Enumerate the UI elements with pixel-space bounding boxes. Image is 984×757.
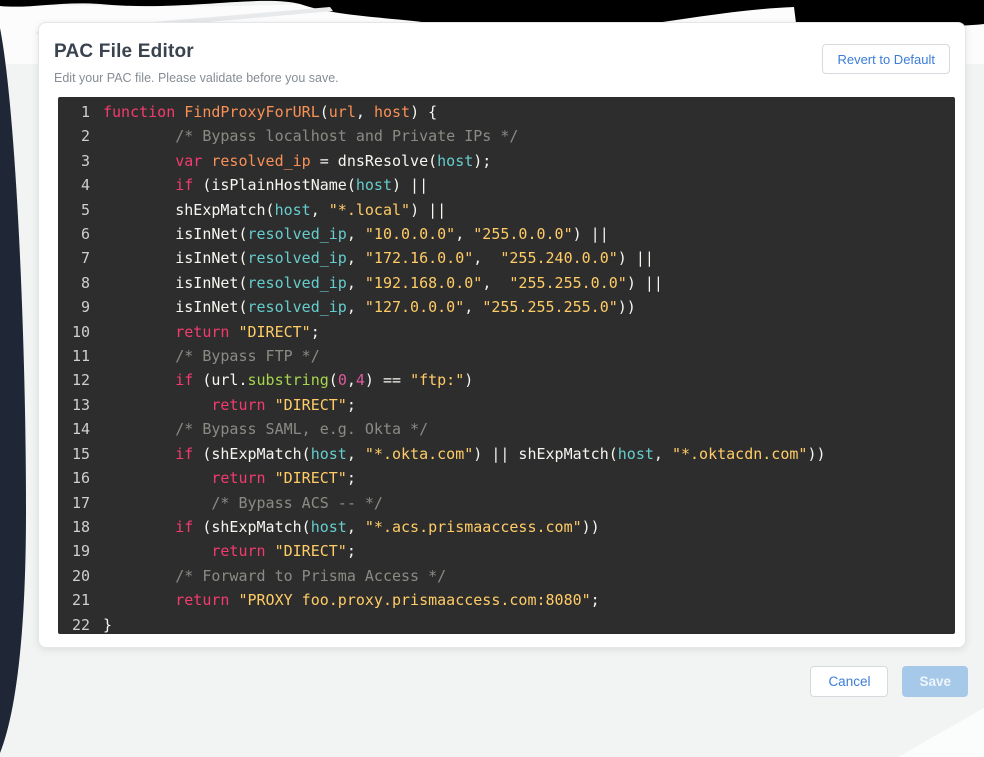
code-line-text: if (shExpMatch(host, "*.okta.com") || sh…	[103, 442, 826, 466]
code-line[interactable]: 20 /* Forward to Prisma Access */	[58, 564, 955, 588]
code-line-text: var resolved_ip = dnsResolve(host);	[103, 149, 491, 173]
code-line-text: /* Forward to Prisma Access */	[103, 564, 446, 588]
line-number: 8	[58, 271, 90, 295]
line-number: 22	[58, 613, 90, 634]
code-line[interactable]: 12 if (url.substring(0,4) == "ftp:")	[58, 368, 955, 392]
code-line[interactable]: 13 return "DIRECT";	[58, 393, 955, 417]
line-number: 10	[58, 320, 90, 344]
code-line[interactable]: 8 isInNet(resolved_ip, "192.168.0.0", "2…	[58, 271, 955, 295]
line-number: 7	[58, 246, 90, 270]
revert-to-default-button[interactable]: Revert to Default	[822, 44, 950, 74]
line-number: 9	[58, 295, 90, 319]
pac-file-editor-screen: PAC File Editor Edit your PAC file. Plea…	[0, 0, 984, 757]
code-line-text: isInNet(resolved_ip, "127.0.0.0", "255.2…	[103, 295, 636, 319]
line-number: 17	[58, 491, 90, 515]
footer-actions: Cancel Save	[810, 666, 968, 697]
code-line-text: return "DIRECT";	[103, 320, 320, 344]
code-line-text: if (url.substring(0,4) == "ftp:")	[103, 368, 473, 392]
code-line-text: isInNet(resolved_ip, "192.168.0.0", "255…	[103, 271, 663, 295]
code-line-text: if (isPlainHostName(host) ||	[103, 173, 428, 197]
code-line-text: }	[103, 613, 112, 634]
code-line-text: isInNet(resolved_ip, "10.0.0.0", "255.0.…	[103, 222, 609, 246]
code-line[interactable]: 6 isInNet(resolved_ip, "10.0.0.0", "255.…	[58, 222, 955, 246]
code-line[interactable]: 5 shExpMatch(host, "*.local") ||	[58, 198, 955, 222]
line-number: 13	[58, 393, 90, 417]
code-line[interactable]: 17 /* Bypass ACS -- */	[58, 491, 955, 515]
save-button[interactable]: Save	[902, 666, 968, 697]
page-subtitle: Edit your PAC file. Please validate befo…	[54, 71, 339, 85]
line-number: 2	[58, 124, 90, 148]
code-line-text: shExpMatch(host, "*.local") ||	[103, 198, 446, 222]
line-number: 3	[58, 149, 90, 173]
code-line[interactable]: 10 return "DIRECT";	[58, 320, 955, 344]
cancel-button[interactable]: Cancel	[810, 666, 888, 697]
code-line-text: return "DIRECT";	[103, 539, 356, 563]
code-line-text: return "DIRECT";	[103, 393, 356, 417]
code-line-text: return "DIRECT";	[103, 466, 356, 490]
line-number: 16	[58, 466, 90, 490]
code-line-text: /* Bypass localhost and Private IPs */	[103, 124, 518, 148]
code-editor[interactable]: 1 function FindProxyForURL(url, host) {2 …	[58, 97, 955, 634]
code-line[interactable]: 14 /* Bypass SAML, e.g. Okta */	[58, 417, 955, 441]
code-line[interactable]: 22}	[58, 613, 955, 634]
code-line-text: /* Bypass ACS -- */	[103, 491, 383, 515]
code-line-text: return "PROXY foo.proxy.prismaaccess.com…	[103, 588, 600, 612]
code-line[interactable]: 21 return "PROXY foo.proxy.prismaaccess.…	[58, 588, 955, 612]
code-line[interactable]: 11 /* Bypass FTP */	[58, 344, 955, 368]
line-number: 20	[58, 564, 90, 588]
bottom-right-sheet-corner	[898, 708, 984, 757]
code-line-text: /* Bypass FTP */	[103, 344, 320, 368]
pac-editor-card: PAC File Editor Edit your PAC file. Plea…	[38, 22, 966, 648]
code-line[interactable]: 3 var resolved_ip = dnsResolve(host);	[58, 149, 955, 173]
code-line[interactable]: 1 function FindProxyForURL(url, host) {	[58, 100, 955, 124]
line-number: 21	[58, 588, 90, 612]
line-number: 11	[58, 344, 90, 368]
code-line[interactable]: 18 if (shExpMatch(host, "*.acs.prismaacc…	[58, 515, 955, 539]
line-number: 15	[58, 442, 90, 466]
code-line[interactable]: 19 return "DIRECT";	[58, 539, 955, 563]
code-line[interactable]: 16 return "DIRECT";	[58, 466, 955, 490]
code-line[interactable]: 15 if (shExpMatch(host, "*.okta.com") ||…	[58, 442, 955, 466]
code-line[interactable]: 9 isInNet(resolved_ip, "127.0.0.0", "255…	[58, 295, 955, 319]
code-line-text: function FindProxyForURL(url, host) {	[103, 100, 437, 124]
line-number: 14	[58, 417, 90, 441]
line-number: 12	[58, 368, 90, 392]
line-number: 6	[58, 222, 90, 246]
code-line[interactable]: 2 /* Bypass localhost and Private IPs */	[58, 124, 955, 148]
page-title: PAC File Editor	[54, 41, 194, 63]
line-number: 1	[58, 100, 90, 124]
code-line-text: if (shExpMatch(host, "*.acs.prismaaccess…	[103, 515, 600, 539]
code-line[interactable]: 7 isInNet(resolved_ip, "172.16.0.0", "25…	[58, 246, 955, 270]
line-number: 4	[58, 173, 90, 197]
code-line-text: /* Bypass SAML, e.g. Okta */	[103, 417, 428, 441]
line-number: 5	[58, 198, 90, 222]
line-number: 18	[58, 515, 90, 539]
code-line[interactable]: 4 if (isPlainHostName(host) ||	[58, 173, 955, 197]
code-lines: 1 function FindProxyForURL(url, host) {2 …	[58, 100, 955, 634]
code-line-text: isInNet(resolved_ip, "172.16.0.0", "255.…	[103, 246, 654, 270]
left-navy-crescent	[0, 28, 26, 753]
line-number: 19	[58, 539, 90, 563]
